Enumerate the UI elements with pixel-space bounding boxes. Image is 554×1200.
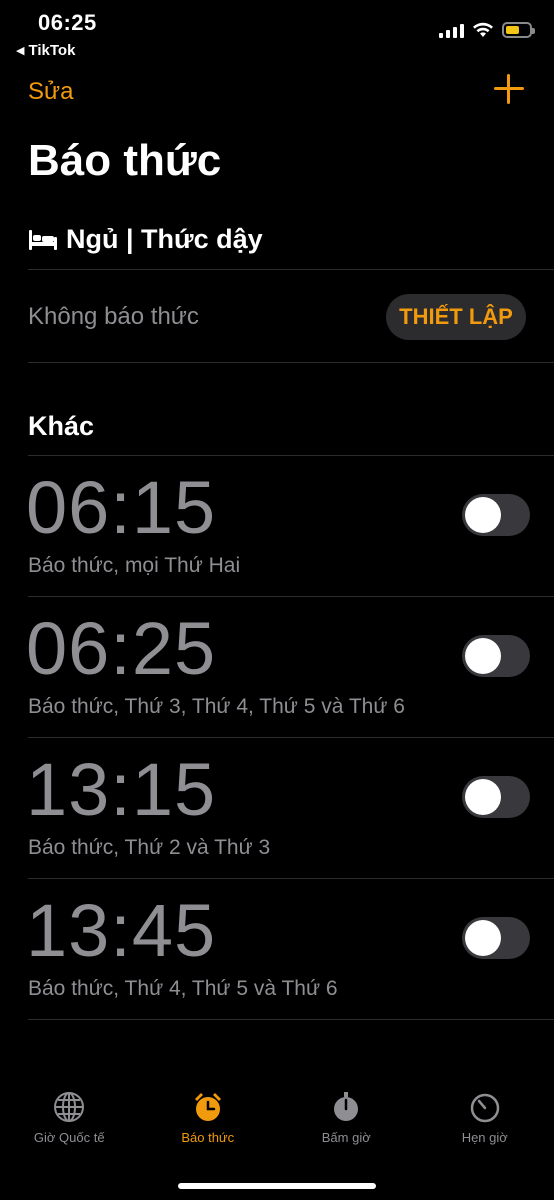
other-section-header: Khác [28,411,95,441]
divider [28,362,554,363]
divider [28,1019,554,1020]
home-indicator [178,1183,376,1189]
alarm-label: Báo thức, Thứ 2 và Thứ 3 [28,836,271,859]
timer-icon [470,1093,499,1123]
toggle-knob [465,638,501,674]
wifi-icon [473,22,493,37]
stopwatch-icon [334,1092,359,1121]
tab-stopwatch[interactable]: Bấm giờ [277,1090,416,1170]
alarm-toggle[interactable] [462,776,530,818]
alarm-row[interactable]: 06:25 Báo thức, Thứ 3, Thứ 4, Thứ 5 và T… [0,597,554,738]
alarm-time: 13:45 [26,889,217,972]
alarm-toggle[interactable] [462,917,530,959]
alarm-row[interactable]: 13:45 Báo thức, Thứ 4, Thứ 5 và Thứ 6 [0,879,554,1020]
page-title: Báo thức [28,136,222,185]
toggle-knob [465,920,501,956]
tab-label: Bấm giờ [321,1130,371,1145]
toggle-knob [465,497,501,533]
alarm-label: Báo thức, Thứ 3, Thứ 4, Thứ 5 và Thứ 6 [28,695,405,718]
divider [28,269,554,270]
back-arrow-icon: ◀ [16,45,25,57]
tab-label: Báo thức [181,1130,235,1145]
tab-alarm[interactable]: Báo thức [139,1090,278,1170]
tab-bar: Giờ Quốc tế Báo thức Bấm giờ Hẹn giờ [0,1090,554,1170]
cellular-signal-icon [439,22,464,38]
alarm-row[interactable]: 06:15 Báo thức, mọi Thứ Hai [0,456,554,597]
sleep-section-title: Ngủ | Thức dậy [66,224,263,254]
alarm-time: 06:15 [26,466,217,549]
battery-fill [506,26,520,34]
tab-label: Giờ Quốc tế [33,1130,105,1145]
back-to-app-link[interactable]: ◀ TikTok [16,42,75,59]
alarm-label: Báo thức, Thứ 4, Thứ 5 và Thứ 6 [28,977,338,1000]
globe-icon [54,1092,85,1122]
setup-button[interactable]: THIẾT LẬP [386,294,526,340]
no-alarm-text: Không báo thức [28,303,199,330]
add-alarm-button[interactable] [494,74,524,104]
status-icons [439,22,535,38]
bed-icon [29,229,57,250]
battery-icon [502,22,535,38]
tab-world-clock[interactable]: Giờ Quốc tế [0,1090,139,1170]
alarm-row[interactable]: 13:15 Báo thức, Thứ 2 và Thứ 3 [0,738,554,879]
edit-button[interactable]: Sửa [28,78,73,106]
status-time: 06:25 [38,10,97,35]
alarm-time: 13:15 [26,748,217,831]
tab-label: Hẹn giờ [461,1130,508,1145]
alarm-label: Báo thức, mọi Thứ Hai [28,554,241,577]
alarm-time: 06:25 [26,607,217,690]
toggle-knob [465,779,501,815]
alarm-toggle[interactable] [462,494,530,536]
tab-timer[interactable]: Hẹn giờ [416,1090,554,1170]
back-app-label: TikTok [28,42,76,59]
sleep-section-header: Ngủ | Thức dậy [28,224,263,255]
alarm-toggle[interactable] [462,635,530,677]
alarm-clock-icon [194,1093,221,1121]
